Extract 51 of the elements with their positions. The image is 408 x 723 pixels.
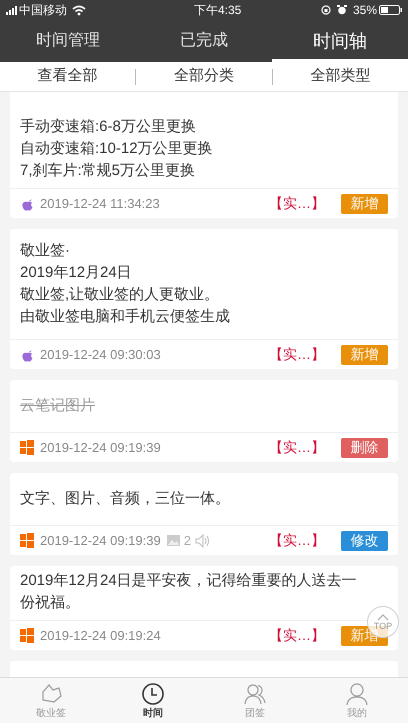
note-text: 2019年12月24日是平安夜，记得给重要的人送去一 (20, 571, 357, 591)
category-tag: 【实…】 (269, 625, 325, 646)
note-text: 云笔记图片 (20, 396, 95, 416)
note-date: 2019-12-24 09:19:39 (40, 438, 161, 457)
note-date: 2019-12-24 09:19:39 (40, 532, 161, 550)
apple-icon (20, 348, 34, 362)
category-tag: 【实…】 (269, 530, 325, 551)
windows-icon (20, 628, 34, 643)
nav-tab[interactable]: 时间 (102, 678, 204, 723)
carrier-name: 中国移动 (19, 2, 67, 19)
category-tag: 【实…】 (269, 344, 325, 365)
note-text: 2019年12月24日 (20, 263, 132, 283)
filter-dropdown[interactable]: 全部分类 (136, 65, 272, 88)
filter-dropdown[interactable]: 全部类型 (272, 65, 408, 88)
person-icon (345, 682, 369, 706)
note-text: 份祝福。 (20, 593, 80, 613)
wifi-icon (72, 4, 86, 16)
alarm-icon (336, 5, 347, 15)
category-tag: 【实…】 (269, 193, 325, 214)
note-text: 7,刹车片:常规5万公里更换 (20, 161, 196, 181)
note-text: 敬业签· (20, 241, 70, 261)
tab[interactable]: 已完成 (136, 20, 272, 62)
filter-dropdown[interactable]: 查看全部 (0, 65, 136, 88)
tab[interactable]: 时间管理 (0, 20, 136, 62)
note-date: 2019-12-24 09:19:24 (40, 626, 161, 645)
image-count: 2 (184, 532, 191, 550)
category-tag: 【实…】 (269, 437, 325, 458)
clock-icon (141, 682, 165, 706)
apple-icon (20, 196, 34, 210)
group-icon (243, 682, 267, 706)
rotation-lock-icon (320, 5, 331, 15)
signal-icon (6, 6, 17, 14)
note-text: 自动变速箱:10-12万公里更换 (20, 139, 213, 159)
chevron-up-icon (377, 614, 389, 620)
note-card[interactable] (10, 661, 398, 677)
note-card[interactable]: 文字、图片、音频，三位一体。 2019-12-24 09:19:39 2 【实…】 修改 (10, 473, 398, 555)
note-text: 敬业签,让敬业签的人更敬业。 (20, 285, 220, 305)
note-text: 文字、图片、音频，三位一体。 (20, 489, 230, 509)
note-card[interactable]: 敬业签· 2019年12月24日 敬业签,让敬业签的人更敬业。 由敬业签电脑和手机云便签生成 2019-12-24 09:30:03 【实…】 新增 (10, 229, 398, 369)
image-icon (166, 535, 180, 546)
note-date: 2019-12-24 11:34:23 (40, 194, 160, 213)
note-text: 手动变速箱:6-8万公里更换 (20, 117, 196, 137)
windows-icon (20, 533, 34, 548)
battery-icon (379, 5, 402, 15)
note-card[interactable]: 云笔记图片 2019-12-24 09:19:39 【实…】 删除 (10, 380, 398, 462)
note-card[interactable]: 手动变速箱:6-8万公里更换 自动变速箱:10-12万公里更换 7,刹车片:常规5万公里更换 2019-12-24 11:34:23 【实…】 新增 (10, 92, 398, 218)
clock-time: 下午4:35 (194, 2, 242, 19)
battery-percent: 35% (352, 2, 377, 19)
note-date: 2019-12-24 09:30:03 (40, 346, 161, 364)
note-text: 由敬业签电脑和手机云便签生成 (20, 307, 230, 327)
windows-icon (20, 440, 34, 455)
